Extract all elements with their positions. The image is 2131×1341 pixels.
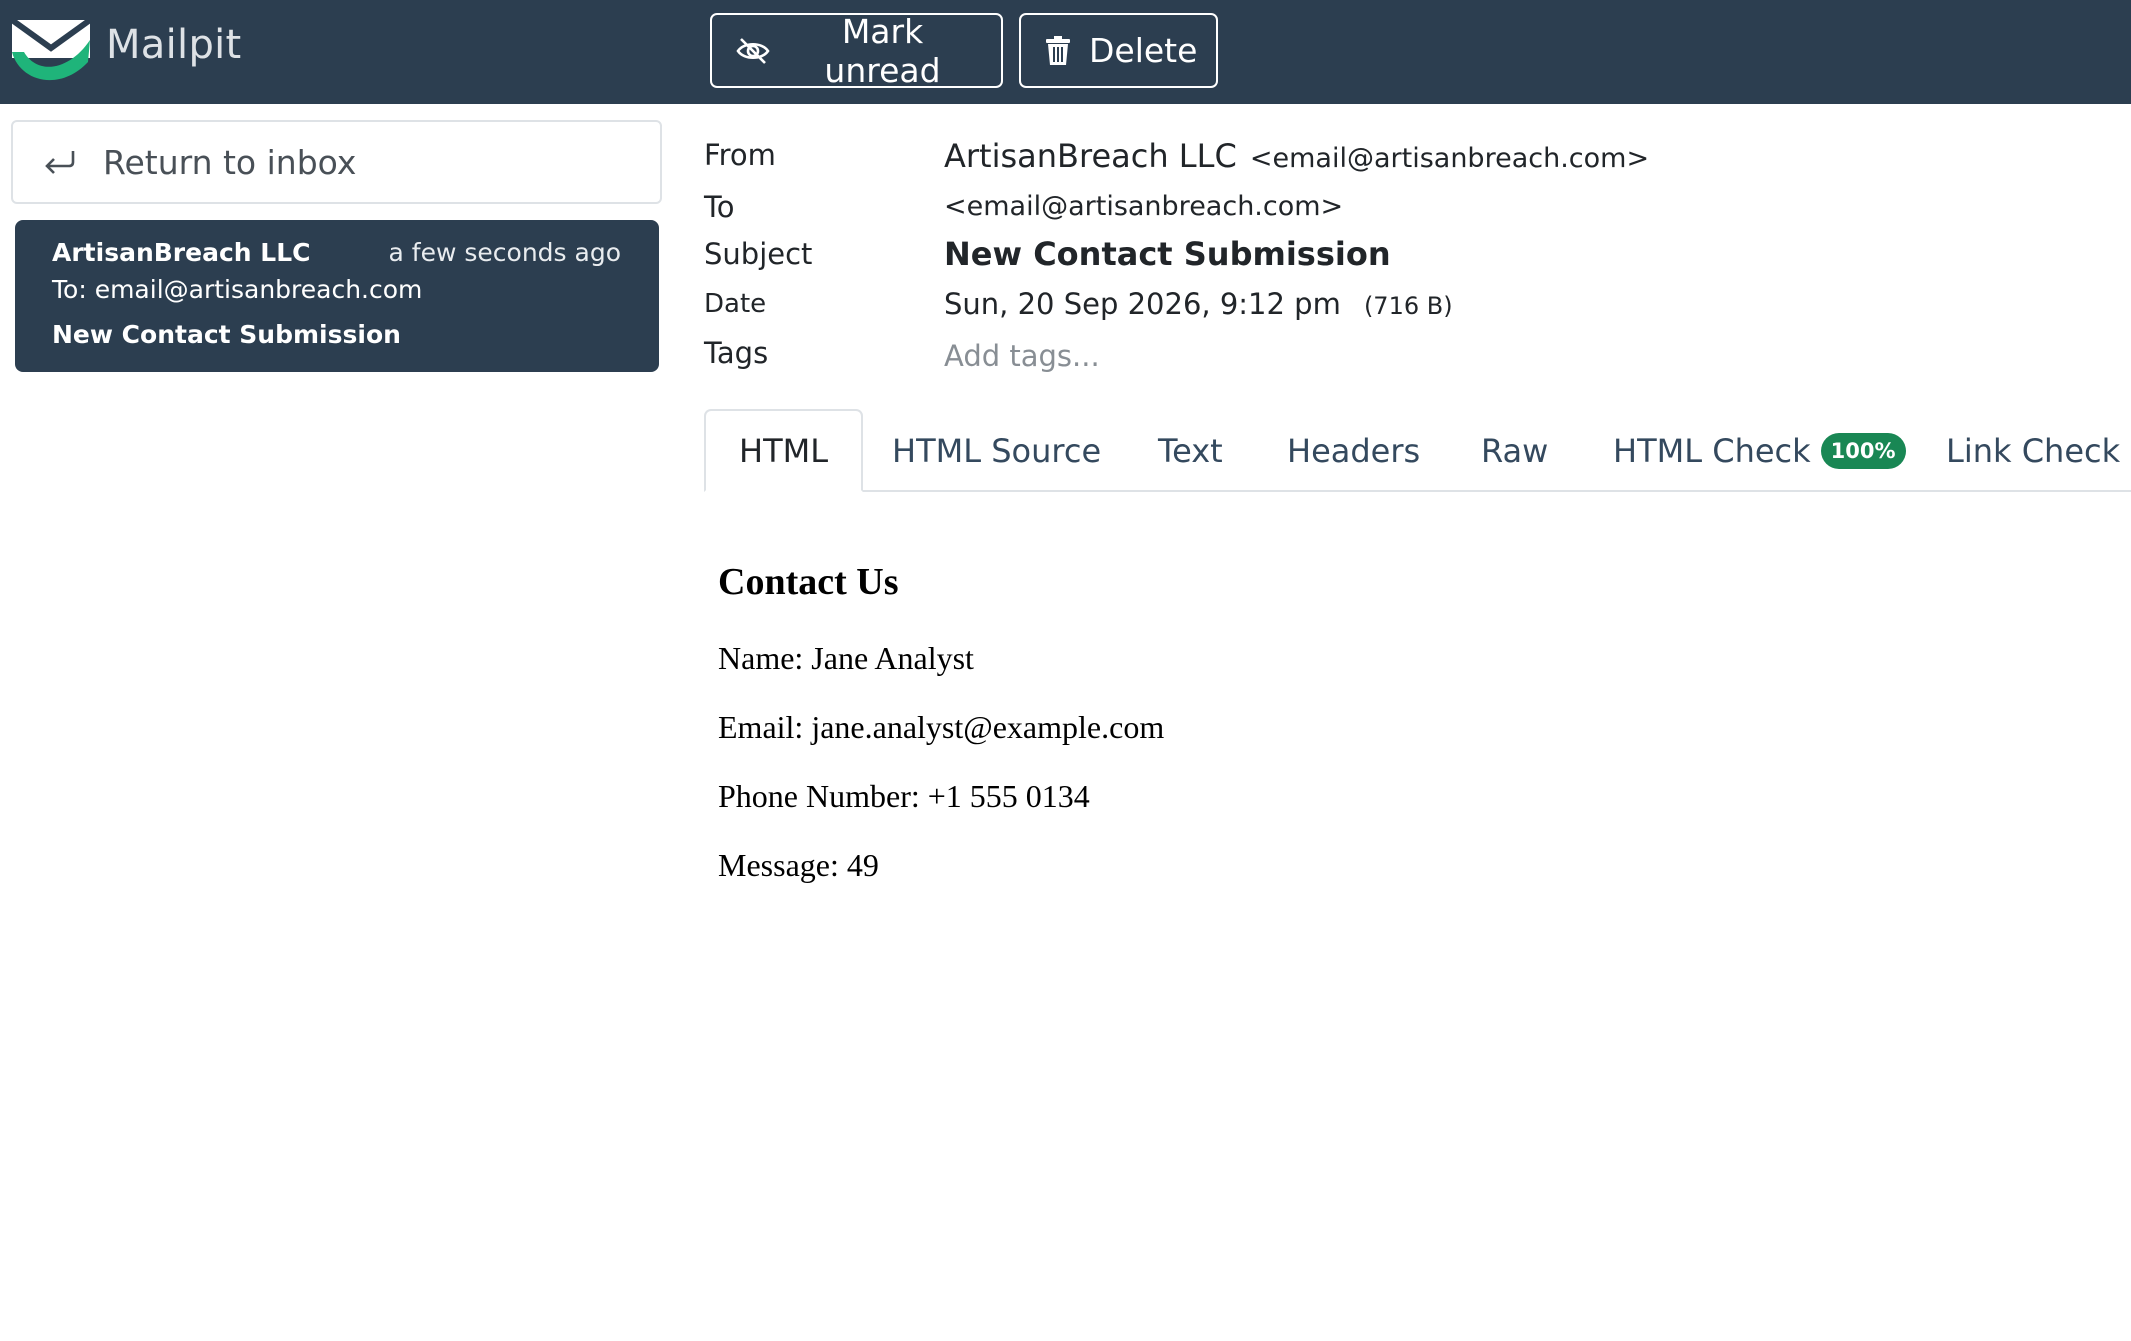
email-message-line: Message: 49 — [718, 847, 879, 883]
message-time: a few seconds ago — [388, 238, 621, 267]
tab-html-source[interactable]: HTML Source — [859, 409, 1134, 492]
delete-label: Delete — [1089, 31, 1198, 70]
message-from: ArtisanBreach LLC — [52, 238, 311, 267]
tab-link-check-label: Link Check — [1946, 431, 2121, 470]
tab-html-check[interactable]: HTML Check 100% — [1580, 409, 1939, 492]
date-value: Sun, 20 Sep 2026, 9:12 pm — [944, 287, 1341, 321]
date-row: Sun, 20 Sep 2026, 9:12 pm (716 B) — [944, 287, 1453, 321]
from-name: ArtisanBreach LLC — [944, 137, 1237, 175]
trash-icon — [1046, 35, 1070, 65]
delete-button[interactable]: Delete — [1019, 13, 1218, 88]
message-subject: New Contact Submission — [52, 320, 401, 349]
message-size: (716 B) — [1363, 292, 1453, 320]
message-to: To: email@artisanbreach.com — [52, 275, 423, 304]
from-email[interactable]: <email@artisanbreach.com> — [1250, 143, 1649, 174]
subject-label: Subject — [704, 237, 813, 271]
from-value: ArtisanBreach LLC <email@artisanbreach.c… — [944, 137, 1649, 175]
tab-text-label: Text — [1158, 431, 1223, 470]
date-label: Date — [704, 289, 767, 319]
message-list-item[interactable]: ArtisanBreach LLC a few seconds ago To: … — [15, 220, 659, 372]
email-phone-line: Phone Number: +1 555 0134 — [718, 778, 1090, 814]
email-email-line: Email: jane.analyst@example.com — [718, 709, 1165, 745]
tab-headers-label: Headers — [1287, 431, 1421, 470]
return-to-inbox-label: Return to inbox — [103, 142, 357, 182]
mailpit-logo-icon[interactable] — [10, 12, 92, 88]
tab-link-check[interactable]: Link Check — [1913, 409, 2131, 492]
tab-raw-label: Raw — [1481, 431, 1549, 470]
tags-label: Tags — [704, 336, 769, 370]
email-name-line: Name: Jane Analyst — [718, 640, 974, 676]
return-to-inbox-button[interactable]: Return to inbox — [11, 120, 662, 204]
eye-slash-icon — [736, 37, 770, 64]
from-label: From — [704, 138, 776, 172]
mark-unread-button[interactable]: Mark unread — [710, 11, 1003, 90]
tab-headers[interactable]: Headers — [1254, 409, 1453, 492]
brand-name[interactable]: Mailpit — [106, 22, 242, 68]
tab-html-label: HTML — [739, 431, 829, 470]
tab-html-source-label: HTML Source — [892, 431, 1102, 470]
mark-unread-label: Mark unread — [824, 11, 941, 90]
to-label: To — [704, 190, 735, 224]
subject-value: New Contact Submission — [944, 235, 1391, 273]
tab-raw[interactable]: Raw — [1448, 409, 1581, 492]
tab-html-check-label: HTML Check — [1613, 431, 1811, 470]
top-navbar: Mailpit Mark unread Delete — [0, 0, 2131, 104]
tab-text[interactable]: Text — [1125, 409, 1256, 492]
tags-input[interactable] — [944, 336, 1544, 376]
html-check-score-badge: 100% — [1820, 432, 1906, 469]
email-heading: Contact Us — [718, 561, 899, 603]
return-arrow-icon — [45, 151, 75, 174]
tab-html[interactable]: HTML — [704, 409, 864, 492]
to-value[interactable]: <email@artisanbreach.com> — [944, 191, 1343, 222]
